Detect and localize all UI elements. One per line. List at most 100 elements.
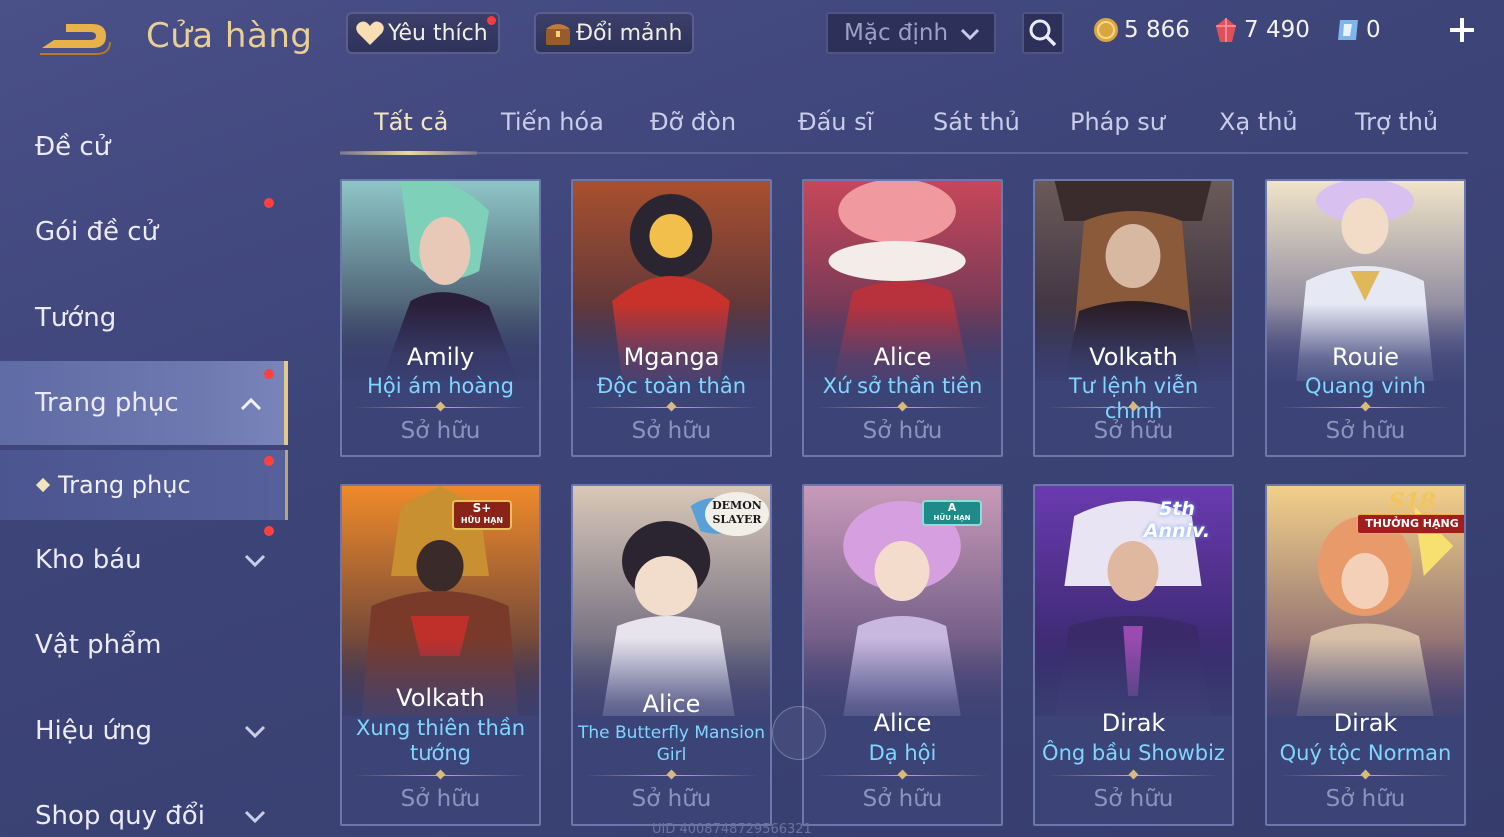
sidebar-item-items[interactable]: Vật phẩm: [0, 603, 288, 687]
favorites-label: Yêu thích: [388, 20, 488, 46]
chevron-down-icon: [244, 810, 266, 824]
notification-dot: [486, 16, 496, 25]
treasure-chest-icon: [546, 24, 570, 45]
skin-card[interactable]: S18 THƯỞNG HẠNG Dirak Quý tộc Norman Sở …: [1265, 484, 1466, 826]
hero-name: Mganga: [623, 343, 720, 371]
gold-amount: 5 866: [1124, 17, 1190, 43]
skin-name: Độc toàn thân: [597, 374, 746, 398]
back-button[interactable]: [36, 18, 112, 58]
badge-tier: A: [947, 501, 957, 514]
card-divider: [1279, 407, 1452, 408]
voucher-currency: 0: [1334, 14, 1381, 46]
card-divider: [816, 407, 989, 408]
card-divider: [354, 407, 527, 408]
tab-label: Trợ thủ: [1355, 108, 1439, 136]
skin-card[interactable]: Amily Hội ám hoàng Sở hữu: [340, 179, 541, 457]
skin-name: Hội ám hoàng: [367, 374, 514, 398]
add-currency-button[interactable]: [1446, 14, 1478, 46]
card-divider: [1047, 407, 1220, 408]
active-tab-indicator: [340, 151, 477, 155]
sidebar-item-featured[interactable]: Đề cử: [0, 105, 288, 189]
tab-label: Xạ thủ: [1219, 108, 1298, 136]
chevron-down-icon: [960, 28, 980, 41]
sidebar-subitem-label: Trang phục: [58, 471, 191, 499]
badge-tier: S18: [1388, 489, 1436, 515]
hero-name: Dirak: [1333, 709, 1398, 737]
red-gem-icon: [1216, 18, 1236, 42]
tab-mage[interactable]: Pháp sư: [1070, 108, 1165, 136]
sidebar-item-effects[interactable]: Hiệu ứng: [0, 689, 288, 773]
exchange-shards-button[interactable]: Đổi mảnh: [534, 12, 695, 54]
skin-name: Ông bầu Showbiz: [1042, 741, 1225, 765]
skin-card[interactable]: Alice Xứ sở thần tiên Sở hữu: [802, 179, 1003, 457]
tab-label: Tất cả: [374, 108, 449, 136]
owned-status: Sở hữu: [862, 786, 943, 812]
skin-card[interactable]: DEMON SLAYER Alice The Butterfly Mansion…: [571, 484, 772, 826]
sidebar-subitem-skins[interactable]: Trang phục: [0, 450, 288, 520]
tab-label: Đấu sĩ: [798, 108, 874, 136]
sidebar-item-label: Tướng: [35, 303, 117, 333]
collab-badge: DEMON SLAYER: [705, 492, 769, 536]
owned-status: Sở hữu: [400, 786, 481, 812]
skin-card[interactable]: 5th Anniv. Dirak Ông bầu Showbiz Sở hữu: [1033, 484, 1234, 826]
skin-name: Dạ hội: [868, 741, 937, 765]
tab-label: Sát thủ: [933, 108, 1020, 136]
sidebar-item-treasure[interactable]: Kho báu: [0, 518, 288, 602]
sidebar-item-exchange-shop[interactable]: Shop quy đổi: [0, 774, 288, 837]
skin-name: Quang vinh: [1305, 374, 1426, 398]
exchange-label: Đổi mảnh: [576, 20, 683, 46]
skin-card[interactable]: S+ HỮU HẠN Volkath Xung thiên thần tướng…: [340, 484, 541, 826]
season-badge: S18 THƯỞNG HẠNG: [1357, 489, 1464, 538]
sort-dropdown[interactable]: Mặc định: [826, 12, 996, 54]
tab-evolution[interactable]: Tiến hóa: [501, 108, 604, 136]
tab-label: Pháp sư: [1070, 108, 1165, 136]
badge-tier: S+: [472, 501, 492, 515]
tab-support[interactable]: Trợ thủ: [1355, 108, 1438, 136]
anniversary-badge: 5th Anniv.: [1143, 498, 1211, 542]
notification-dot: [264, 369, 274, 379]
page-title: Cửa hàng: [146, 16, 313, 56]
card-divider: [1279, 775, 1452, 776]
sort-selected-value: Mặc định: [844, 20, 949, 46]
favorites-button[interactable]: Yêu thích: [346, 12, 500, 54]
owned-status: Sở hữu: [1325, 418, 1406, 444]
search-button[interactable]: [1022, 12, 1064, 54]
chevron-down-icon: [244, 554, 266, 568]
sidebar-item-skins[interactable]: Trang phục: [0, 361, 288, 445]
skin-name: The Butterfly Mansion Girl: [577, 723, 766, 765]
sidebar-item-label: Gói đề cử: [35, 217, 159, 247]
user-id-label: UID 4008748729566321: [652, 822, 812, 837]
card-divider: [585, 775, 758, 776]
diamond-bullet-icon: [35, 477, 51, 493]
hero-name: Alice: [642, 690, 701, 718]
skin-card[interactable]: Volkath Tư lệnh viễn chinh Sở hữu: [1033, 179, 1234, 457]
tab-assassin[interactable]: Sát thủ: [933, 108, 1020, 136]
tier-badge: S+ HỮU HẠN: [452, 500, 512, 530]
hero-name: Amily: [406, 343, 475, 371]
category-tabs: Tất cả Tiến hóa Đỡ đòn Đấu sĩ Sát thủ Ph…: [340, 100, 1468, 155]
tab-marksman[interactable]: Xạ thủ: [1219, 108, 1298, 136]
tab-fighter[interactable]: Đấu sĩ: [798, 108, 873, 136]
hero-name: Dirak: [1101, 709, 1166, 737]
owned-status: Sở hữu: [631, 786, 712, 812]
badge-label: HỮU HẠN: [933, 514, 971, 522]
card-divider: [816, 775, 989, 776]
skin-card[interactable]: Rouie Quang vinh Sở hữu: [1265, 179, 1466, 457]
tab-tank[interactable]: Đỡ đòn: [650, 108, 736, 136]
owned-status: Sở hữu: [631, 418, 712, 444]
skin-name: Xứ sở thần tiên: [822, 374, 983, 398]
owned-status: Sở hữu: [1093, 418, 1174, 444]
skin-name: Tư lệnh viễn chinh: [1068, 374, 1199, 423]
tab-all[interactable]: Tất cả: [374, 108, 448, 136]
search-icon: [1029, 19, 1057, 47]
sidebar-item-label: Shop quy đổi: [35, 801, 205, 831]
badge-label: HỮU HẠN: [460, 516, 504, 525]
heart-icon: [356, 21, 384, 45]
hero-name: Rouie: [1332, 343, 1399, 371]
notification-dot: [264, 456, 274, 466]
skin-card[interactable]: A HỮU HẠN Alice Dạ hội Sở hữu: [802, 484, 1003, 826]
sidebar-item-bundles[interactable]: Gói đề cử: [0, 190, 288, 274]
sidebar-item-heroes[interactable]: Tướng: [0, 276, 288, 360]
tier-badge: A HỮU HẠN: [922, 500, 982, 526]
skin-card[interactable]: Mganga Độc toàn thân Sở hữu: [571, 179, 772, 457]
